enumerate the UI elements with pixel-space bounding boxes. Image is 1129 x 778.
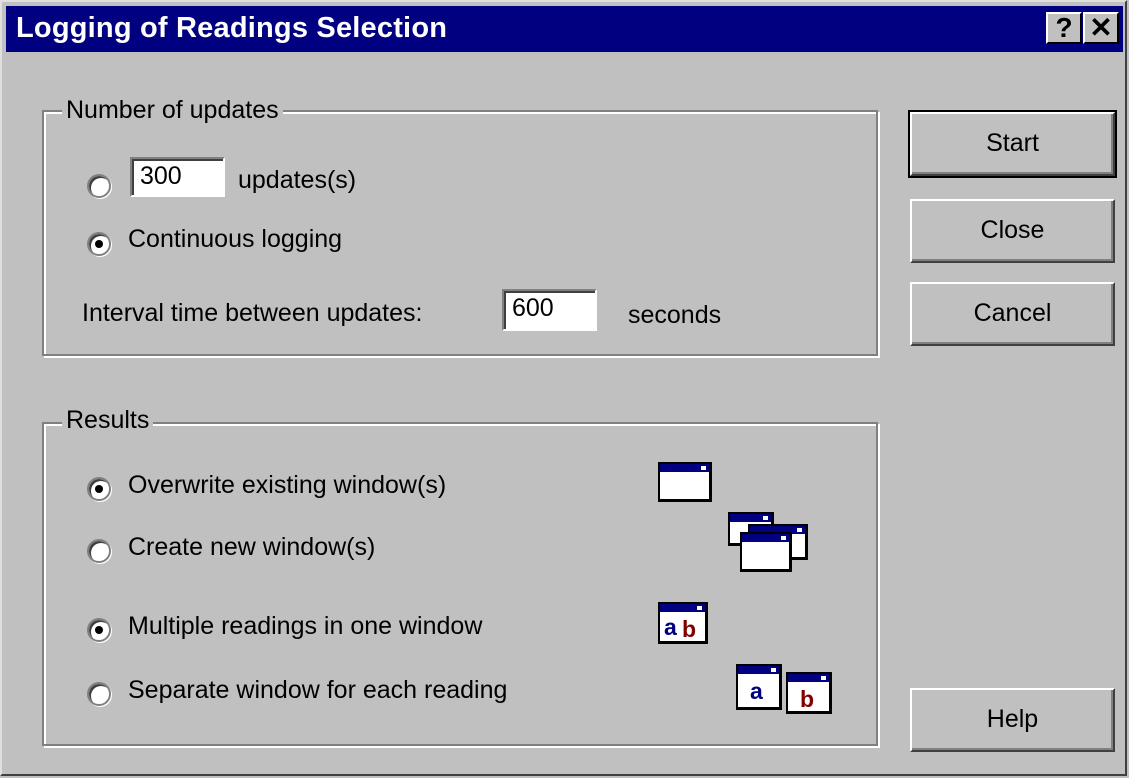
continuous-radio[interactable] xyxy=(87,232,111,256)
help-button[interactable]: Help xyxy=(910,688,1115,752)
close-button[interactable]: Close xyxy=(910,199,1115,263)
logging-dialog: Logging of Readings Selection ? ✕ Number… xyxy=(0,0,1127,776)
sep-letter-a: a xyxy=(750,678,763,704)
radio-dot xyxy=(95,485,103,493)
overwrite-label: Overwrite existing window(s) xyxy=(128,471,447,499)
update-count-suffix: updates(s) xyxy=(238,166,357,194)
cancel-button[interactable]: Cancel xyxy=(910,282,1115,346)
ab-letter-a: a xyxy=(664,614,677,640)
radio-dot xyxy=(95,240,103,248)
help-title-button[interactable]: ? xyxy=(1046,12,1082,44)
single-window-icon xyxy=(658,462,712,502)
start-button[interactable]: Start xyxy=(908,110,1117,178)
multiple-radio[interactable] xyxy=(87,618,111,642)
multiple-label: Multiple readings in one window xyxy=(128,612,483,640)
update-count-input[interactable]: 300 xyxy=(130,157,225,197)
updates-group-legend: Number of updates xyxy=(62,96,283,125)
separate-radio[interactable] xyxy=(87,682,111,706)
close-title-button[interactable]: ✕ xyxy=(1083,12,1119,44)
stacked-windows-icon xyxy=(728,512,812,574)
ab-window-icon: a b xyxy=(658,602,708,644)
sep-letter-b: b xyxy=(800,686,815,712)
separate-label: Separate window for each reading xyxy=(128,676,508,704)
interval-label: Interval time between updates: xyxy=(82,299,423,327)
create-new-radio[interactable] xyxy=(87,539,111,563)
title-bar[interactable]: Logging of Readings Selection ? ✕ xyxy=(6,6,1123,52)
a-b-windows-icon: a b xyxy=(736,664,836,714)
overwrite-radio[interactable] xyxy=(87,477,111,501)
continuous-label: Continuous logging xyxy=(128,225,343,253)
ab-letter-b: b xyxy=(682,616,697,642)
results-group-legend: Results xyxy=(62,406,154,435)
interval-unit: seconds xyxy=(628,301,722,329)
radio-dot xyxy=(95,626,103,634)
question-icon: ? xyxy=(1055,12,1073,43)
close-icon: ✕ xyxy=(1089,12,1113,43)
create-new-label: Create new window(s) xyxy=(128,533,376,561)
interval-input[interactable]: 600 xyxy=(502,289,597,331)
window-title: Logging of Readings Selection xyxy=(16,12,448,44)
count-radio[interactable] xyxy=(87,174,111,198)
